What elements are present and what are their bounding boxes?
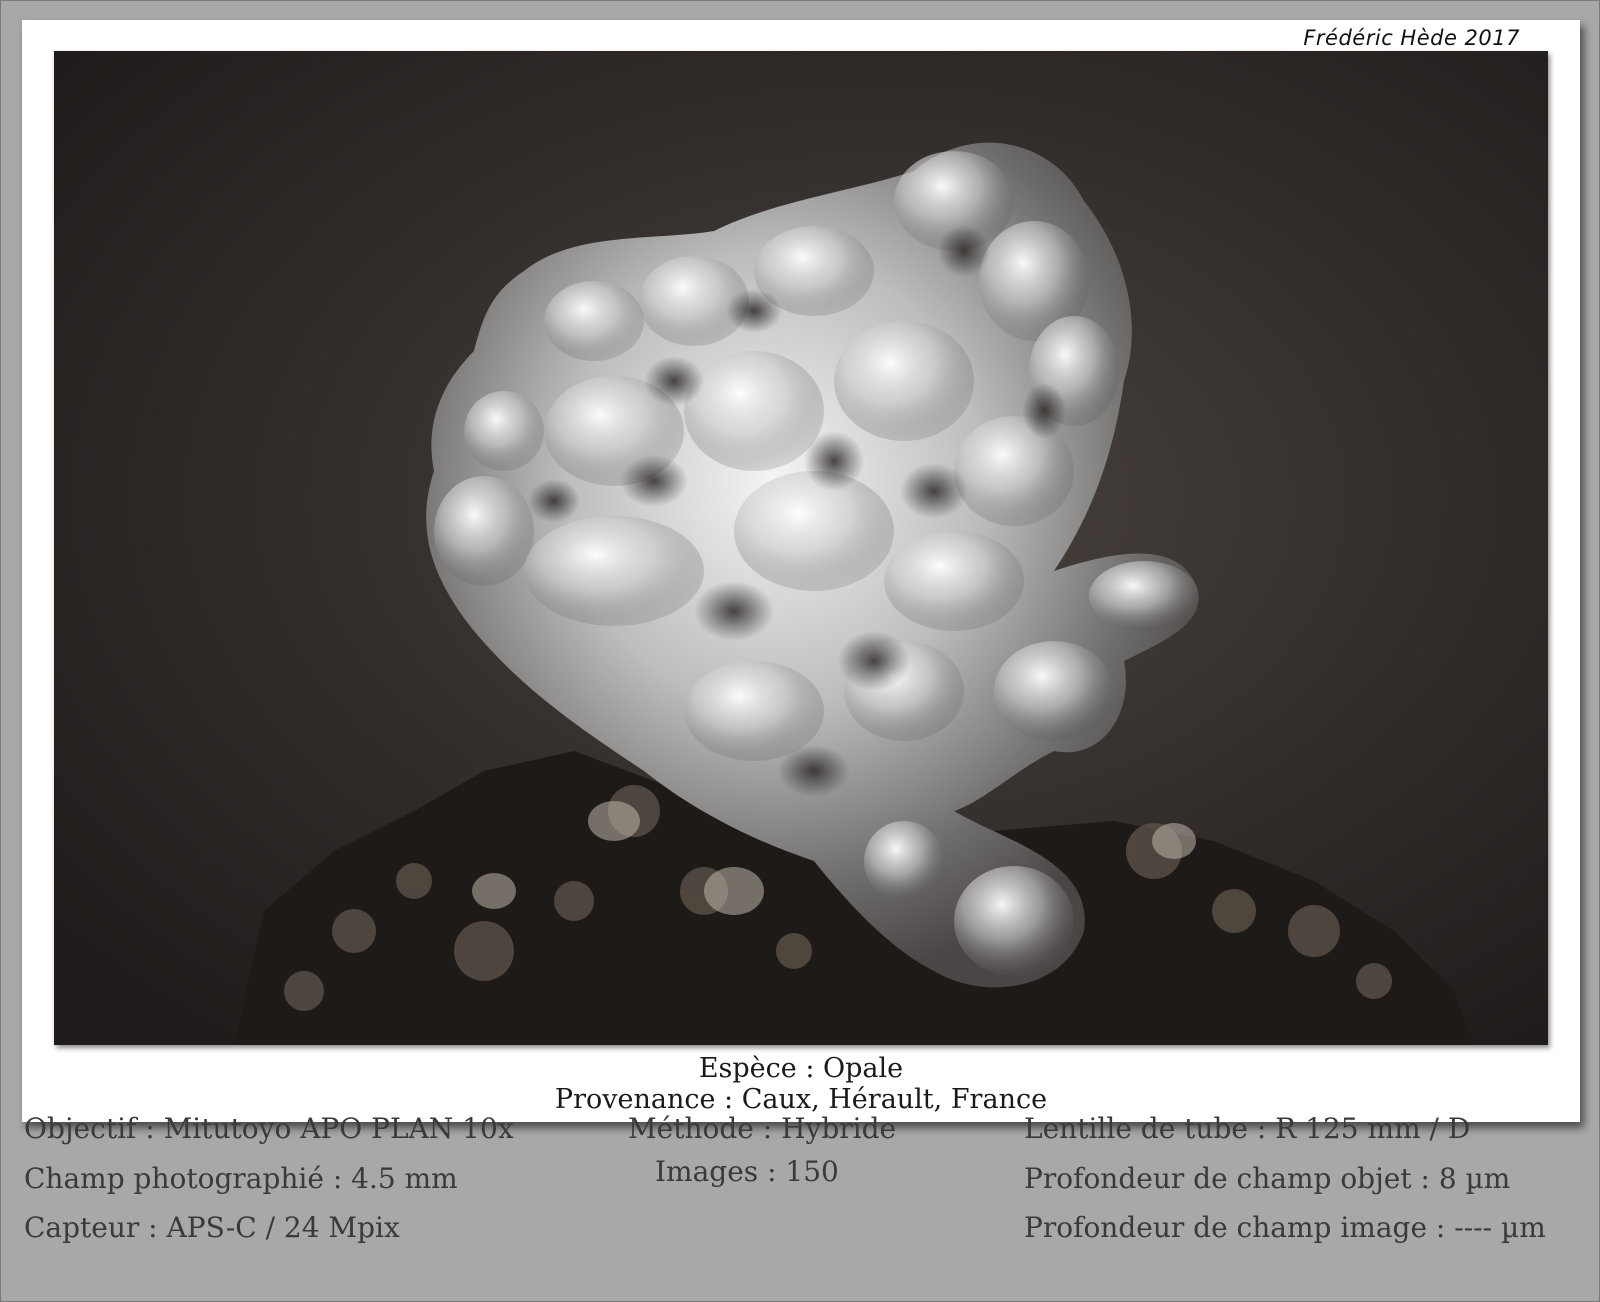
spec-image-count: Images : 150 <box>655 1155 839 1188</box>
spec-objective: Objectif : Mitutoyo APO PLAN 10x <box>24 1112 514 1145</box>
spec-image-depth-of-field: Profondeur de champ image : ---- µm <box>1024 1211 1546 1244</box>
species-label: Espèce : Opale <box>698 1053 904 1084</box>
spec-method: Méthode : Hybride <box>628 1112 897 1145</box>
spec-sensor: Capteur : APS-C / 24 Mpix <box>24 1211 400 1244</box>
spec-object-depth-of-field: Profondeur de champ objet : 8 µm <box>1024 1162 1511 1195</box>
photo-card: Frédéric Hède 2017 Espèce: Opale Proven… <box>22 20 1580 1122</box>
page: Frédéric Hède 2017 Espèce: Opale Proven… <box>0 0 1600 1302</box>
spec-tube-lens: Lentille de tube : R 125 mm / D <box>1024 1112 1471 1145</box>
spec-field-of-view: Champ photographié : 4.5 mm <box>24 1162 458 1195</box>
photographer-credit: Frédéric Hède 2017 <box>1303 26 1520 50</box>
opal-specimen-image <box>54 51 1548 1045</box>
mineral-photo <box>54 51 1548 1045</box>
origin-label: Provenance : Caux, Hérault, France <box>554 1084 1048 1115</box>
caption: Espèce : Opale Provenance : Caux, Héraul… <box>22 1053 1580 1115</box>
